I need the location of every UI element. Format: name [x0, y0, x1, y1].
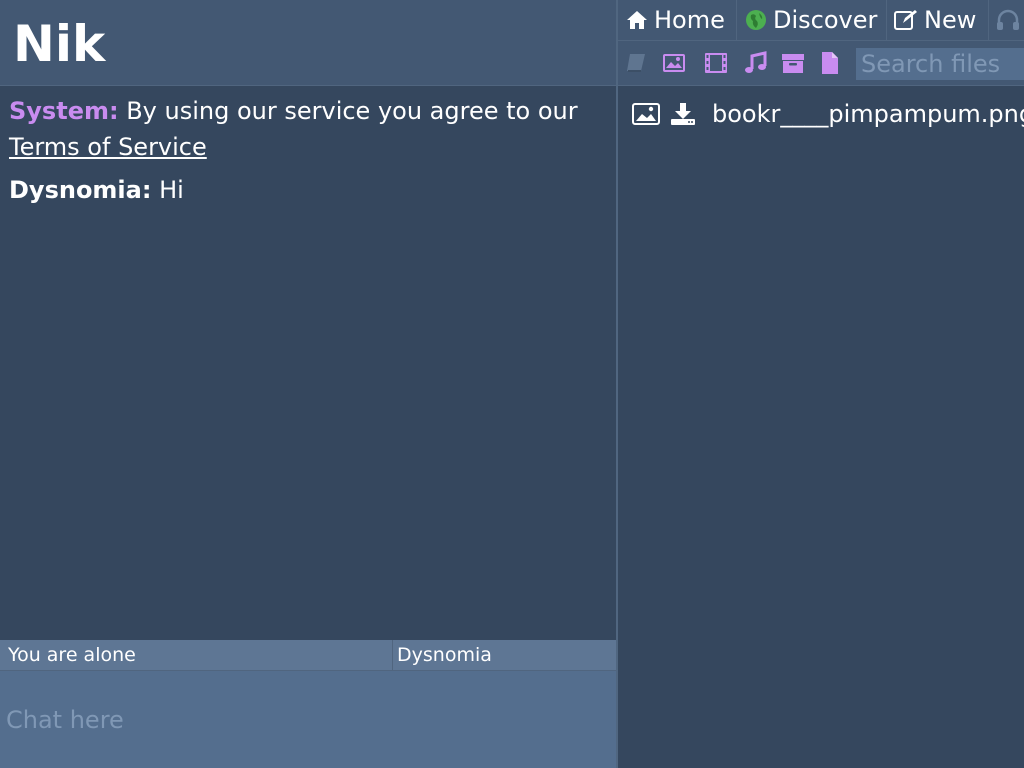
download-icon[interactable]: [670, 102, 696, 126]
file-filter-bar: [618, 41, 1024, 86]
status-left: You are alone: [0, 640, 393, 670]
document-filter-icon[interactable]: [818, 51, 842, 75]
image-filter-icon[interactable]: [662, 51, 686, 75]
headphones-icon: [997, 9, 1019, 30]
file-list-item[interactable]: bookr____pimpampum.png: [632, 96, 1024, 132]
top-nav: Home Discover New: [618, 0, 1024, 41]
file-name[interactable]: bookr____pimpampum.png: [712, 100, 1024, 128]
home-icon: [627, 11, 647, 29]
nav-home[interactable]: Home: [626, 0, 725, 40]
room-header: Nik: [0, 0, 616, 86]
message-list: System: By using our service you agree t…: [9, 93, 609, 215]
search-files-input[interactable]: [856, 48, 1024, 80]
music-filter-icon[interactable]: [744, 51, 768, 75]
chat-input[interactable]: [0, 671, 616, 768]
image-file-icon: [632, 103, 660, 125]
message-text: Hi: [151, 176, 184, 204]
nav-new[interactable]: New: [894, 0, 976, 40]
nav-home-label: Home: [654, 6, 725, 34]
files-panel: Home Discover New bookr____pimpampum.png: [618, 0, 1024, 768]
nav-discover[interactable]: Discover: [745, 0, 877, 40]
user-list-item[interactable]: Dysnomia: [397, 640, 492, 670]
nav-audio[interactable]: [996, 0, 1024, 40]
chat-panel: Nik System: By using our service you agr…: [0, 0, 616, 768]
nav-divider: [988, 0, 989, 40]
message-system: System: By using our service you agree t…: [9, 93, 609, 165]
message-user: Dysnomia: Hi: [9, 172, 609, 208]
message-nick: Dysnomia:: [9, 176, 152, 204]
status-bar: You are alone Dysnomia: [0, 640, 616, 671]
room-title: Nik: [13, 15, 106, 73]
nav-divider: [886, 0, 887, 40]
nav-discover-label: Discover: [773, 6, 878, 34]
video-filter-icon[interactable]: [704, 51, 728, 75]
nav-divider: [736, 0, 737, 40]
book-icon[interactable]: [624, 51, 648, 75]
message-text: By using our service you agree to our: [118, 97, 578, 125]
edit-icon: [894, 10, 917, 30]
nav-new-label: New: [924, 6, 977, 34]
status-text: You are alone: [8, 644, 136, 666]
globe-icon: [746, 10, 766, 30]
terms-of-service-link[interactable]: Terms of Service: [9, 133, 207, 161]
archive-filter-icon[interactable]: [781, 51, 805, 75]
message-nick: System:: [9, 97, 119, 125]
